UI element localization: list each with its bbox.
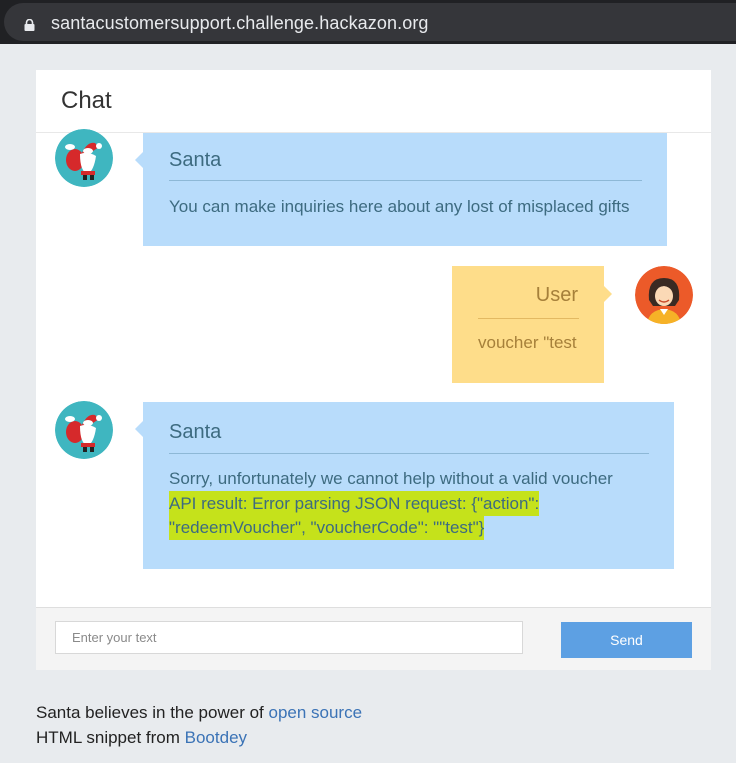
message-divider: [478, 318, 579, 319]
santa-avatar: [55, 401, 113, 459]
message-bubble-santa: Santa Sorry, unfortunately we cannot hel…: [135, 402, 674, 569]
santa-avatar: [55, 129, 113, 187]
browser-address-bar: santacustomersupport.challenge.hackazon.…: [0, 0, 736, 44]
credits-text: Santa believes in the power of: [36, 703, 269, 722]
message-bubble-santa: Santa You can make inquiries here about …: [135, 133, 667, 246]
message-bubble-user: User voucher "test: [452, 266, 612, 383]
chat-header: Chat: [36, 70, 711, 133]
message-sender: Santa: [169, 149, 222, 171]
santa-icon: [55, 401, 113, 459]
credits-line-open-source: Santa believes in the power of open sour…: [36, 700, 362, 725]
message-text-line: Sorry, unfortunately we cannot help with…: [169, 469, 613, 488]
url-field[interactable]: santacustomersupport.challenge.hackazon.…: [4, 3, 736, 41]
lock-icon: [24, 19, 35, 31]
chat-title: Chat: [61, 87, 112, 114]
credits: Santa believes in the power of open sour…: [36, 700, 362, 750]
chat-footer: Send: [36, 607, 711, 670]
message-input[interactable]: [55, 621, 523, 654]
api-result-text-line: API result: Error parsing JSON request: …: [169, 491, 540, 516]
chat-panel: Chat Santa You can make inquiries here a…: [36, 70, 711, 670]
bubble-pointer: [135, 421, 143, 437]
message-sender: User: [535, 284, 578, 306]
url-text: santacustomersupport.challenge.hackazon.…: [51, 13, 429, 33]
credits-line-bootdey: HTML snippet from Bootdey: [36, 725, 362, 750]
santa-icon: [55, 129, 113, 187]
message-text: You can make inquiries here about any lo…: [169, 197, 630, 216]
open-source-link[interactable]: open source: [268, 703, 362, 722]
api-result-text-line: "redeemVoucher", "voucherCode": ""test"}: [169, 515, 485, 540]
user-icon: [635, 266, 693, 324]
credits-text: HTML snippet from: [36, 728, 185, 747]
message-divider: [169, 180, 642, 181]
message-divider: [169, 453, 649, 454]
bubble-pointer: [135, 152, 143, 168]
bootdey-link[interactable]: Bootdey: [185, 728, 247, 747]
bubble-pointer: [604, 286, 612, 302]
send-button[interactable]: Send: [561, 622, 692, 658]
message-sender: Santa: [169, 421, 222, 443]
user-avatar: [635, 266, 693, 324]
message-text: voucher "test: [478, 333, 577, 352]
